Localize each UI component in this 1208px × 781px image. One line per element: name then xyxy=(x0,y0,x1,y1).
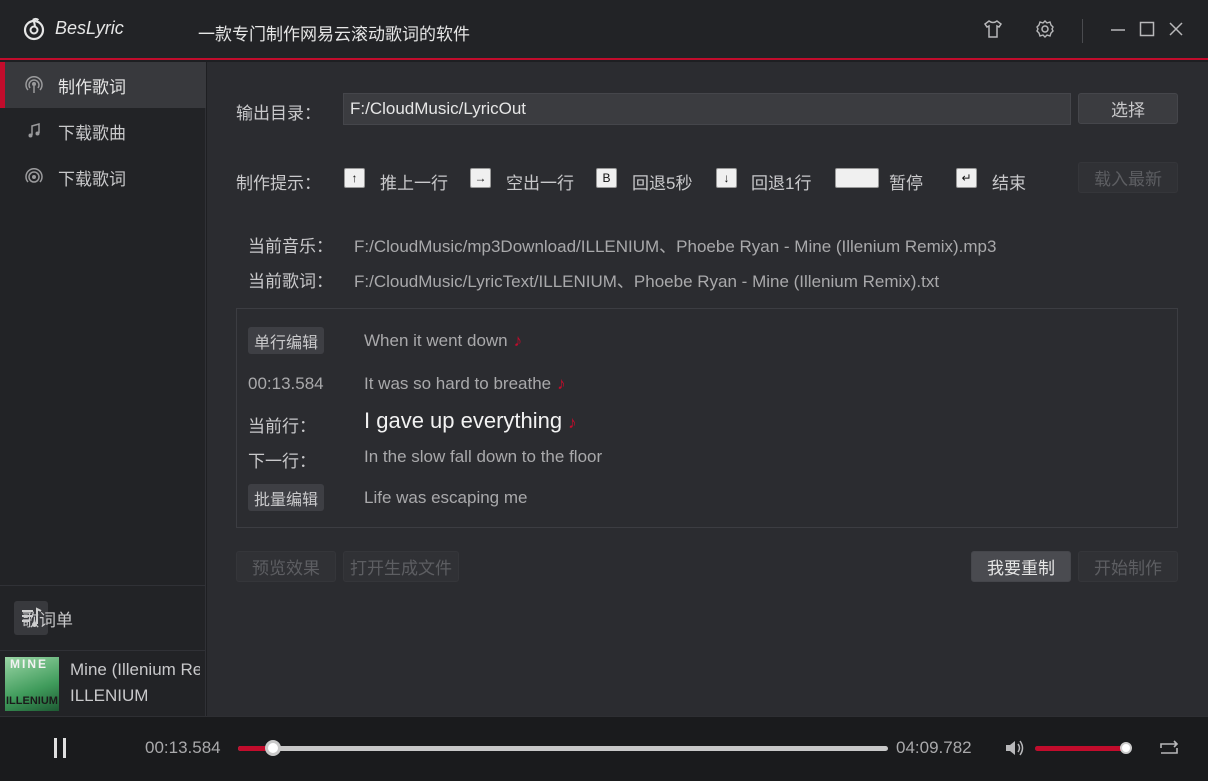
title-bar: BesLyric 一款专门制作网易云滚动歌词的软件 xyxy=(0,0,1208,60)
gear-icon[interactable] xyxy=(1034,18,1056,40)
volume-knob[interactable] xyxy=(1120,742,1132,754)
preview-button[interactable]: 预览效果 xyxy=(236,551,336,582)
shirt-icon[interactable] xyxy=(982,18,1004,40)
album-cover[interactable]: MINE ILLENIUM xyxy=(5,657,59,711)
cover-artist: ILLENIUM xyxy=(6,695,58,707)
radio-icon xyxy=(24,167,44,187)
key-space-icon xyxy=(835,168,879,188)
key-down-icon: ↓ xyxy=(716,168,737,188)
hint-text: 回退1行 xyxy=(751,174,812,193)
lyric-text: I gave up everything xyxy=(364,408,563,433)
maximize-icon[interactable] xyxy=(1136,18,1158,40)
cover-title: MINE xyxy=(10,657,48,671)
reset-button[interactable]: 我要重制 xyxy=(971,551,1071,582)
hint-label: 制作提示： xyxy=(236,174,321,193)
open-file-button[interactable]: 打开生成文件 xyxy=(343,551,459,582)
next-line-label: 下一行： xyxy=(248,452,316,471)
lyric-line-last: It was so hard to breathe ♪ xyxy=(364,374,566,394)
key-right-icon: → xyxy=(470,168,491,188)
music-note-icon: ♪ xyxy=(568,413,577,432)
sidebar-item-label: 下载歌词 xyxy=(58,169,126,189)
sidebar-item-label: 制作歌词 xyxy=(58,77,126,97)
choose-button[interactable]: 选择 xyxy=(1078,93,1178,124)
app-name: BesLyric xyxy=(55,18,124,38)
lyric-list-label: 歌词单 xyxy=(22,610,73,630)
current-line-label: 当前行： xyxy=(248,417,316,436)
close-icon[interactable] xyxy=(1165,18,1187,40)
podcast-icon xyxy=(24,75,44,95)
total-time: 04:09.782 xyxy=(896,738,972,757)
repeat-icon[interactable] xyxy=(1157,737,1181,759)
minimize-icon[interactable] xyxy=(1107,18,1129,40)
sidebar-divider xyxy=(0,650,206,651)
now-playing-title: Mine (Illenium Remix) xyxy=(70,660,200,679)
key-b-icon: B xyxy=(596,168,617,188)
netease-logo-icon xyxy=(23,17,45,41)
hint-text: 暂停 xyxy=(889,174,923,193)
music-note-icon: ♪ xyxy=(557,374,566,393)
lyric-line-current: I gave up everything ♪ xyxy=(364,408,577,434)
hint-text: 推上一行 xyxy=(380,174,448,193)
sidebar: 制作歌词 下载歌曲 下载歌词 歌词单 xyxy=(0,62,206,716)
music-note-icon: ♪ xyxy=(513,331,523,350)
app-subtitle: 一款专门制作网易云滚动歌词的软件 xyxy=(198,25,470,44)
hint-text: 回退5秒 xyxy=(632,174,693,193)
current-lyric-label: 当前歌词： xyxy=(248,272,333,291)
key-enter-icon: ↵ xyxy=(956,168,977,188)
pause-icon[interactable] xyxy=(52,738,70,758)
lyric-text: Life was escaping me xyxy=(364,488,528,507)
lyric-line-prev: When it went down ♪ xyxy=(364,331,522,351)
output-dir-input[interactable]: F:/CloudMusic/LyricOut xyxy=(343,93,1071,125)
lyric-line-next: In the slow fall down to the floor xyxy=(364,447,602,467)
start-button[interactable]: 开始制作 xyxy=(1078,551,1178,582)
single-edit-button[interactable]: 单行编辑 xyxy=(248,327,325,354)
progress-track[interactable] xyxy=(238,746,888,751)
sidebar-item-make-lyric[interactable]: 制作歌词 xyxy=(0,62,206,108)
elapsed-time: 00:13.584 xyxy=(145,738,221,757)
current-music-path: F:/CloudMusic/mp3Download/ILLENIUM、Phoeb… xyxy=(354,237,997,256)
current-music-label: 当前音乐： xyxy=(248,237,333,256)
hint-text: 结束 xyxy=(992,174,1026,193)
lyric-line-after: Life was escaping me xyxy=(364,488,527,508)
progress-knob[interactable] xyxy=(265,740,281,756)
batch-edit-button[interactable]: 批量编辑 xyxy=(248,484,325,511)
sidebar-item-label: 下载歌曲 xyxy=(58,123,126,143)
load-latest-button[interactable]: 载入最新 xyxy=(1078,162,1178,193)
lyric-list-button[interactable]: 歌词单 xyxy=(0,586,206,650)
sidebar-item-download-lyric[interactable]: 下载歌词 xyxy=(0,154,206,200)
current-lyric-path: F:/CloudMusic/LyricText/ILLENIUM、Phoebe … xyxy=(354,272,940,291)
lyric-text: It was so hard to breathe xyxy=(364,374,552,393)
lyric-text: In the slow fall down to the floor xyxy=(364,447,603,466)
now-playing-artist: ILLENIUM xyxy=(70,686,149,705)
sidebar-item-download-song[interactable]: 下载歌曲 xyxy=(0,108,206,154)
volume-icon[interactable] xyxy=(1004,738,1026,758)
title-separator xyxy=(1082,19,1083,43)
volume-fill xyxy=(1035,746,1126,751)
hint-text: 空出一行 xyxy=(506,174,574,193)
music-note-icon xyxy=(24,121,44,141)
key-up-icon: ↑ xyxy=(344,168,365,188)
output-dir-label: 输出目录： xyxy=(236,104,321,123)
timestamp: 00:13.584 xyxy=(248,374,324,393)
lyric-text: When it went down xyxy=(364,331,508,350)
